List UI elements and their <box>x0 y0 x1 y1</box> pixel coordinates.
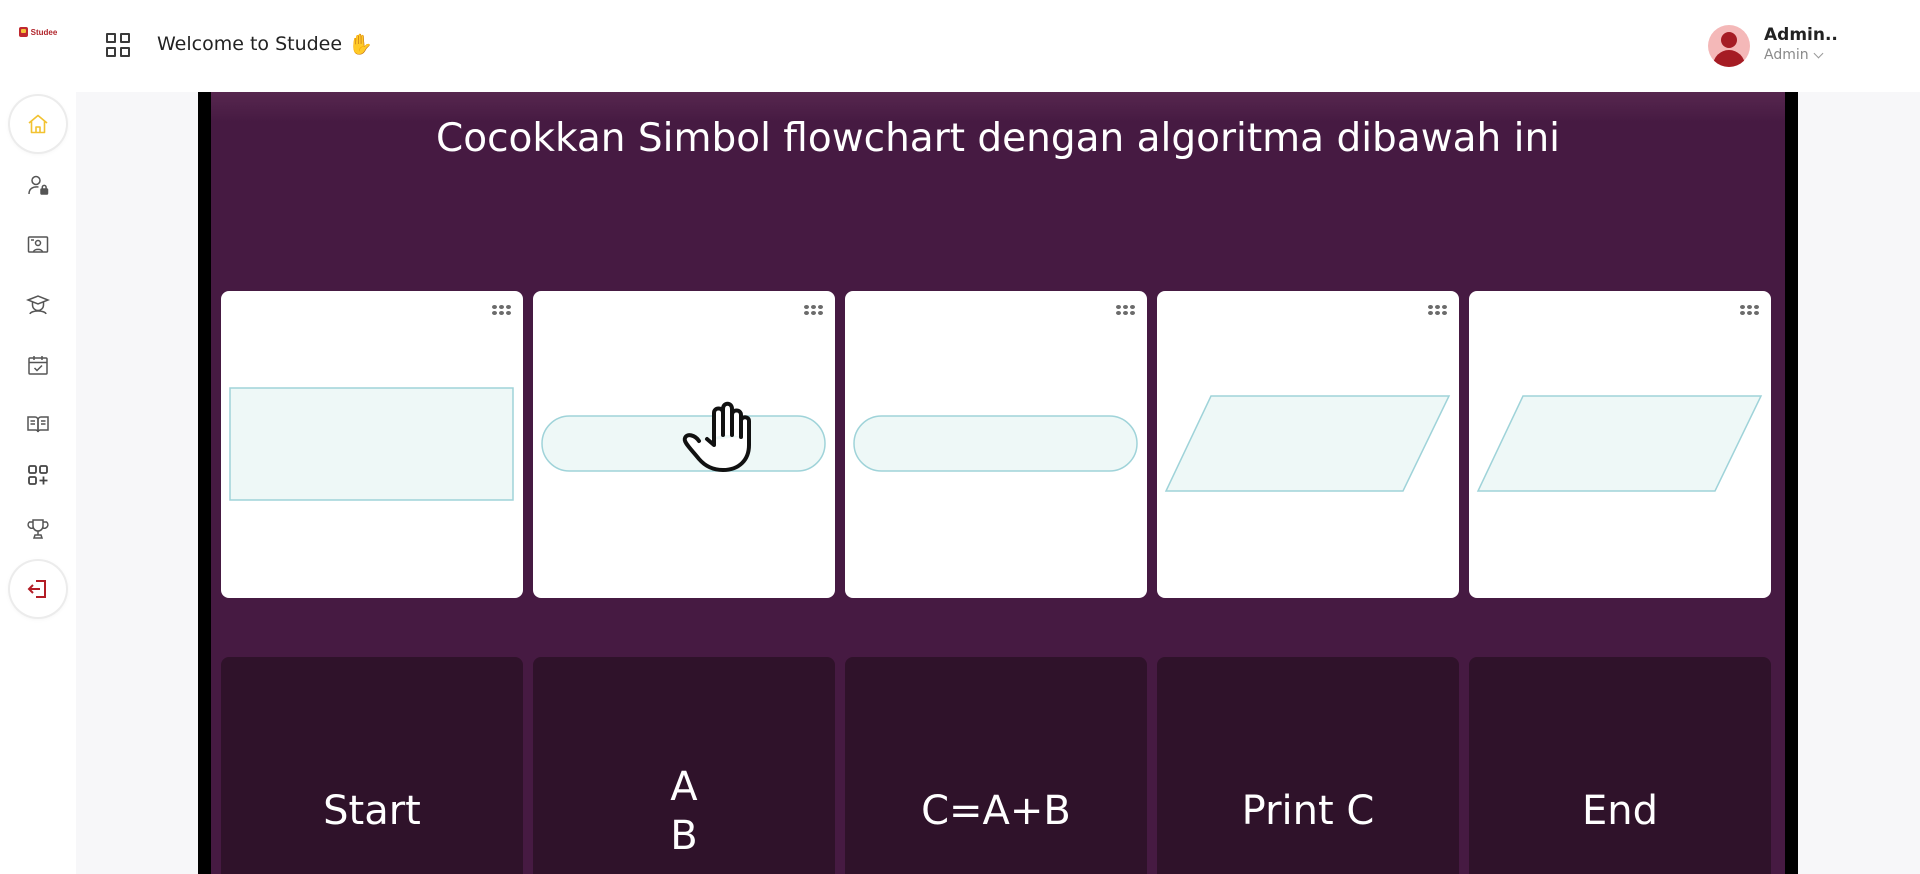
sidebar-item-lessons[interactable] <box>10 396 66 452</box>
grid-plus-icon <box>28 465 48 485</box>
answer-card-input[interactable]: A B <box>533 657 835 874</box>
sidebar <box>0 64 76 874</box>
sidebar-item-admin-users[interactable] <box>10 157 66 213</box>
welcome-text: Welcome to Studee <box>157 33 343 55</box>
book-open-icon <box>27 416 49 433</box>
user-name: Admin.. <box>1764 25 1838 45</box>
shape-card-terminator[interactable] <box>533 291 835 598</box>
sidebar-item-logout[interactable] <box>10 561 66 617</box>
answer-text: End <box>1581 788 1658 834</box>
shape-card-parallelogram[interactable] <box>1157 291 1459 598</box>
sidebar-item-classroom[interactable] <box>10 217 66 273</box>
terminator-shape <box>853 415 1138 472</box>
welcome-message: Welcome to Studee ✋ <box>157 33 373 55</box>
user-role-text: Admin <box>1764 47 1809 63</box>
shape-card-rectangle[interactable] <box>221 291 523 598</box>
shape-card-parallelogram[interactable] <box>1469 291 1771 598</box>
graduate-icon <box>26 295 50 315</box>
answer-text: Start <box>323 788 421 834</box>
chevron-down-icon[interactable] <box>1813 48 1824 58</box>
classroom-icon <box>27 236 49 253</box>
shape-card-terminator[interactable] <box>845 291 1147 598</box>
answer-text: Print C <box>1241 788 1375 834</box>
terminator-shape <box>541 415 826 472</box>
game-title: Cocokkan Simbol flowchart dengan algorit… <box>435 116 1560 161</box>
parallelogram-io-shape <box>1476 395 1763 492</box>
user-profile-menu[interactable]: Admin.. Admin <box>1700 0 1920 92</box>
answer-card-output[interactable]: Print C <box>1157 657 1459 874</box>
game-board: Cocokkan Simbol flowchart dengan algorit… <box>211 92 1785 874</box>
sidebar-item-schedule[interactable] <box>10 337 66 393</box>
answer-text: C=A+B <box>921 788 1071 834</box>
user-role: Admin <box>1764 47 1824 63</box>
home-icon <box>28 114 48 134</box>
rectangle-process-shape <box>229 387 514 501</box>
trophy-icon <box>27 519 49 539</box>
sidebar-item-achievements[interactable] <box>10 501 66 557</box>
apps-grid-icon[interactable] <box>106 33 130 57</box>
avatar[interactable] <box>1708 25 1750 67</box>
game-frame: Cocokkan Simbol flowchart dengan algorit… <box>198 92 1798 874</box>
answer-card-end[interactable]: End <box>1469 657 1771 874</box>
logout-icon <box>27 580 46 598</box>
logo-icon <box>18 27 28 37</box>
sidebar-item-home[interactable] <box>10 96 66 152</box>
top-bar: Studee Welcome to Studee ✋ Admin.. Admin <box>0 0 1920 92</box>
logo-text: Studee <box>30 27 58 37</box>
calendar-check-icon <box>28 356 48 375</box>
wave-icon: ✋ <box>348 32 373 56</box>
sidebar-item-students[interactable] <box>10 277 66 333</box>
user-lock-icon <box>28 175 49 195</box>
app-logo[interactable]: Studee <box>0 0 76 64</box>
answer-card-start[interactable]: Start <box>221 657 523 874</box>
answer-text: A B <box>670 764 698 859</box>
answer-card-process[interactable]: C=A+B <box>845 657 1147 874</box>
parallelogram-io-shape <box>1164 395 1451 492</box>
sidebar-item-add-module[interactable] <box>10 447 66 503</box>
